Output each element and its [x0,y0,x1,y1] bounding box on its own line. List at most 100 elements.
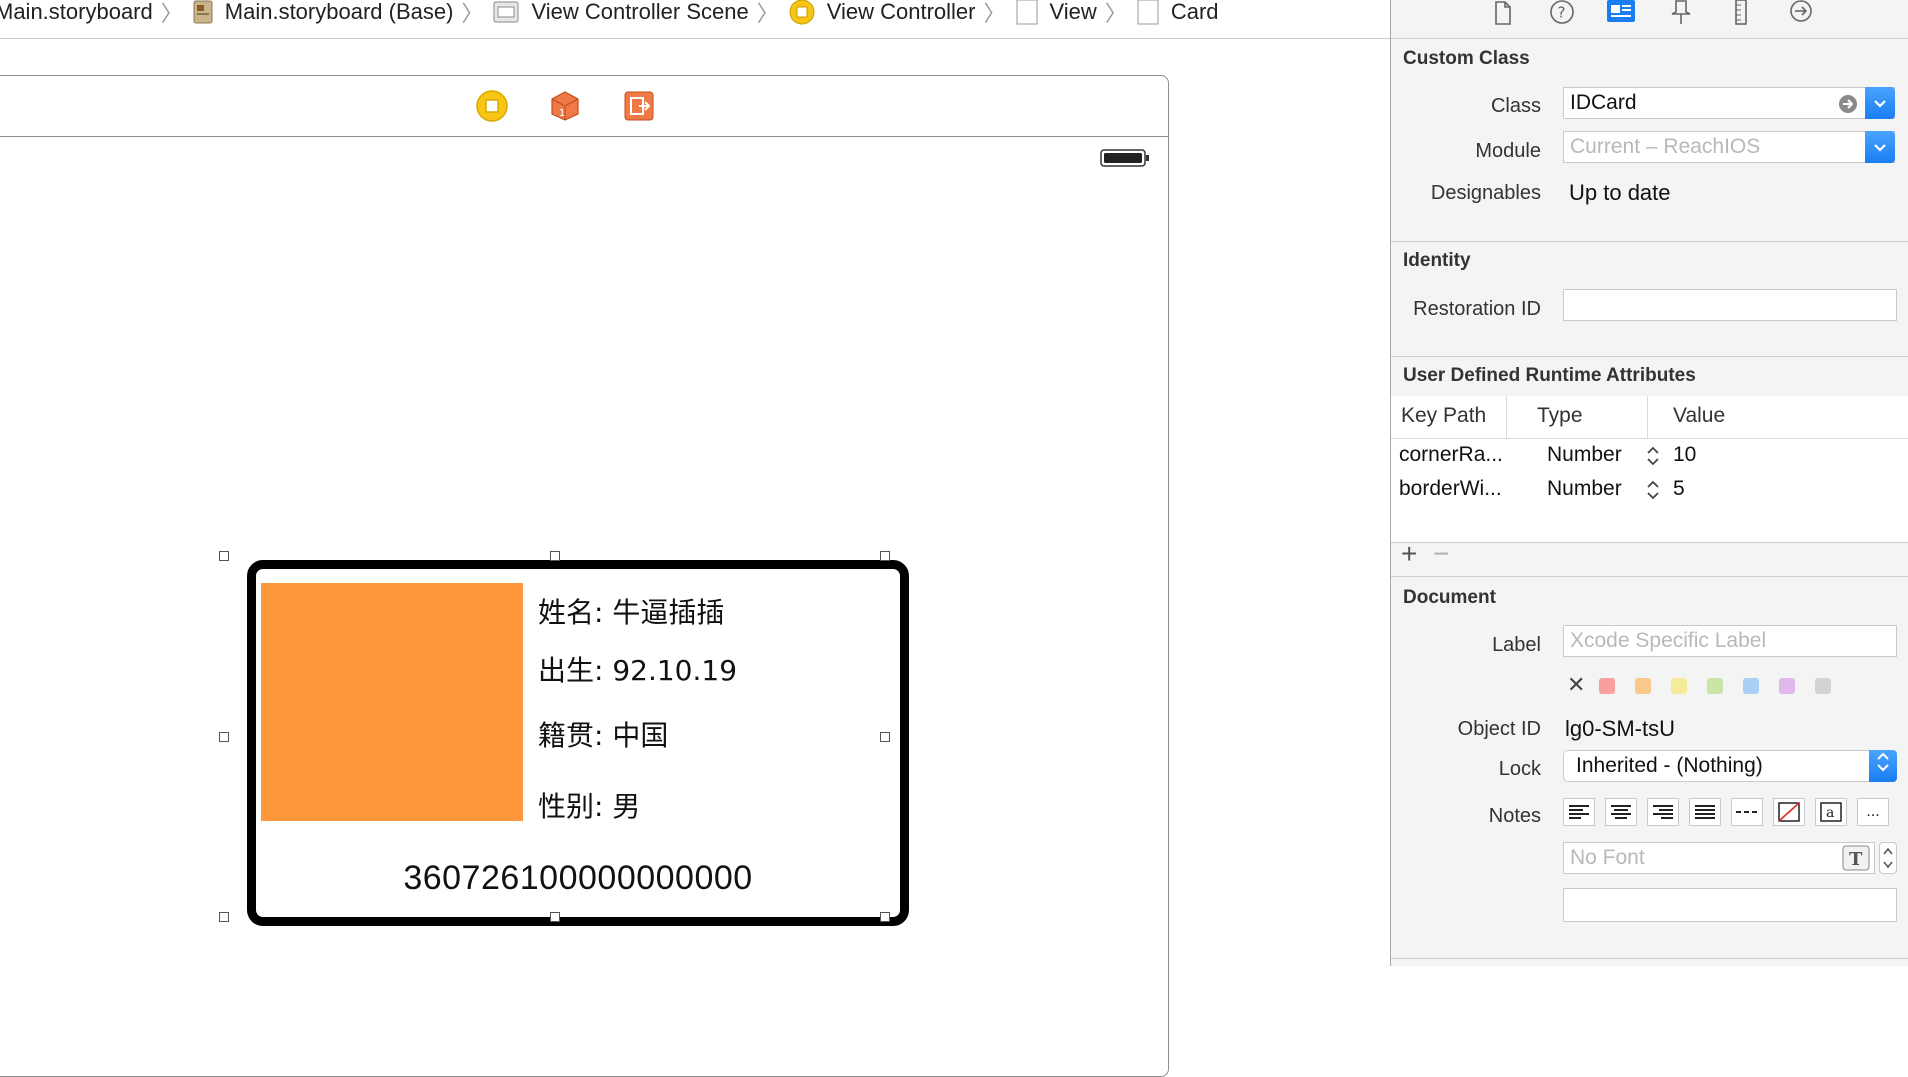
xcode-label-field[interactable]: Xcode Specific Label [1563,625,1897,657]
object-id-label: Object ID [1457,718,1541,740]
stepper-arrows-icon[interactable] [1646,479,1660,507]
column-header-type[interactable]: Type [1537,404,1583,428]
attributes-inspector-icon[interactable] [1666,0,1696,30]
id-card-view[interactable]: 姓名: 牛逼插插 出生: 92.10.19 籍贯: 中国 性别: 男 36072… [247,560,909,926]
font-picker-icon[interactable]: T [1842,845,1870,880]
breadcrumb-view-controller-scene[interactable]: View Controller Scene 〉 [489,0,784,31]
value-cell[interactable]: 10 [1673,443,1696,467]
restoration-id-field[interactable] [1563,289,1897,321]
resize-handle-top-left[interactable] [219,551,229,561]
divider [1391,958,1908,959]
stepper-arrows-icon[interactable] [1646,445,1660,473]
custom-class-section-title: Custom Class [1403,48,1530,69]
chevron-right-icon: 〉 [160,1,183,26]
table-row[interactable]: borderWi... Number 5 [1391,475,1908,507]
connections-inspector-icon[interactable] [1786,0,1816,30]
align-left-icon[interactable] [1563,798,1595,826]
font-field[interactable]: No Font T [1563,842,1875,874]
view-controller-icon[interactable] [476,90,508,122]
label-color-purple[interactable] [1779,678,1795,694]
navigate-arrow-icon[interactable] [1838,93,1858,123]
svg-text:a: a [1826,805,1834,821]
resize-handle-right[interactable] [880,732,890,742]
notes-text-area[interactable] [1563,888,1897,922]
class-value: IDCard [1570,91,1637,114]
align-right-icon[interactable] [1647,798,1679,826]
udra-table: Key Path Type Value cornerRa... Number 1… [1391,396,1908,543]
label-color-gray[interactable] [1815,678,1831,694]
key-path-cell[interactable]: borderWi... [1399,477,1502,501]
label-color-red[interactable] [1599,678,1615,694]
svg-text:T: T [1849,849,1863,870]
resize-handle-left[interactable] [219,732,229,742]
size-inspector-icon[interactable] [1726,0,1756,30]
label-color-blue[interactable] [1743,678,1759,694]
identity-inspector-icon[interactable] [1606,0,1636,30]
svg-text:?: ? [1558,4,1566,22]
view-icon [1137,0,1159,25]
align-center-icon[interactable] [1605,798,1637,826]
breadcrumb-card[interactable]: Card [1133,0,1219,31]
text-color-icon[interactable]: a [1815,798,1847,826]
breadcrumb-label: View [1049,0,1097,24]
column-header-value[interactable]: Value [1673,404,1725,428]
view-icon [1016,0,1038,25]
more-options-button[interactable]: ... [1857,798,1889,826]
dashed-line-icon[interactable] [1731,798,1763,826]
add-attribute-button[interactable]: + [1401,538,1417,570]
lock-dropdown-button[interactable] [1869,750,1897,782]
birth-label: 出生: 92.10.19 [538,654,738,687]
value-cell[interactable]: 5 [1673,477,1685,501]
label-color-orange[interactable] [1635,678,1651,694]
up-down-chevron-icon [1876,751,1890,781]
resize-handle-top-right[interactable] [880,551,890,561]
resize-handle-bottom[interactable] [550,912,560,922]
breadcrumb-main-storyboard-base[interactable]: Main.storyboard (Base) 〉 [189,0,490,31]
utilities-inspector: ? Custom Class Class IDCard Module Curre… [1390,0,1908,966]
more-label: ... [1866,803,1880,820]
class-dropdown-button[interactable] [1865,87,1895,119]
label-color-yellow[interactable] [1671,678,1687,694]
designables-label: Designables [1430,182,1541,204]
lock-value: Inherited - (Nothing) [1576,754,1763,777]
label-label: Label [1492,634,1541,656]
divider [1391,241,1908,242]
class-field[interactable]: IDCard [1563,87,1895,119]
class-label: Class [1490,95,1541,117]
label-color-green[interactable] [1707,678,1723,694]
type-cell[interactable]: Number [1547,443,1622,467]
breadcrumb-main-storyboard[interactable]: Main.storyboard 〉 [0,0,189,31]
svg-text:1: 1 [559,108,565,119]
font-size-stepper[interactable] [1879,842,1897,874]
align-justify-icon[interactable] [1689,798,1721,826]
chevron-right-icon: 〉 [983,1,1006,26]
identity-section-title: Identity [1403,250,1471,271]
battery-icon [1100,148,1150,173]
scene-icon [493,0,519,24]
resize-handle-bottom-left[interactable] [219,912,229,922]
module-field[interactable]: Current – ReachIOS [1563,131,1895,163]
clear-label-color-icon[interactable]: ✕ [1567,672,1585,698]
chevron-right-icon: 〉 [756,1,779,26]
first-responder-icon[interactable]: 1 [549,90,581,122]
breadcrumb-label: View Controller Scene [531,0,749,24]
exit-icon[interactable] [623,90,655,122]
resize-handle-bottom-right[interactable] [880,912,890,922]
no-background-color-icon[interactable] [1773,798,1805,826]
storyboard-canvas[interactable]: 1 姓名: 牛逼插插 出生: 92.10.19 籍贯: 中国 性别: 男 360… [0,39,1390,1077]
lock-popup[interactable]: Inherited - (Nothing) [1563,750,1897,782]
type-cell[interactable]: Number [1547,477,1622,501]
breadcrumb-view-controller[interactable]: View Controller 〉 [785,0,1012,31]
module-dropdown-button[interactable] [1865,131,1895,163]
module-label: Module [1475,140,1541,162]
table-row[interactable]: cornerRa... Number 10 [1391,441,1908,473]
key-path-cell[interactable]: cornerRa... [1399,443,1503,467]
remove-attribute-button[interactable]: − [1433,538,1449,570]
quick-help-icon[interactable]: ? [1547,0,1577,30]
breadcrumb-view[interactable]: View 〉 [1012,0,1133,31]
resize-handle-top[interactable] [550,551,560,561]
restoration-id-label: Restoration ID [1413,298,1541,320]
column-header-key-path[interactable]: Key Path [1401,404,1486,428]
file-inspector-icon[interactable] [1487,0,1517,30]
breadcrumb-label: View Controller [826,0,976,24]
